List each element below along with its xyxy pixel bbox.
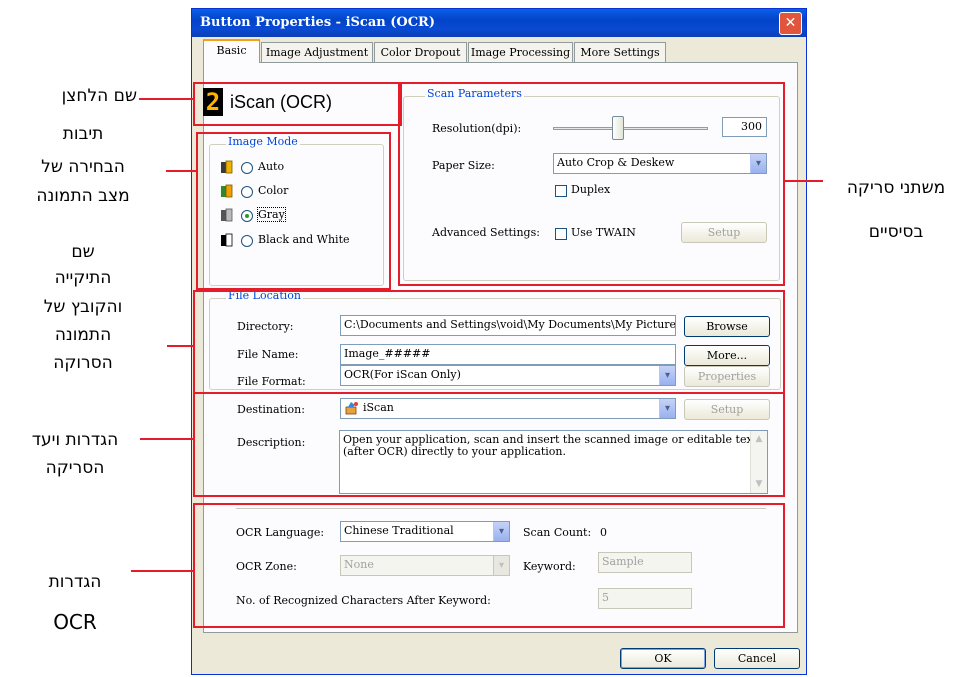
annotation-box-scan-parameters	[398, 82, 785, 286]
annotation-destination-1: הגדרות ויעד	[31, 430, 119, 450]
annotation-box-button-name	[193, 82, 402, 126]
annotation-file-location-3: והקובץ של	[43, 297, 123, 317]
annotation-scan-params-1: משתני סריקה	[846, 178, 946, 198]
annotation-line-button-name	[139, 98, 195, 100]
annotation-line-image-mode	[166, 170, 198, 172]
annotation-image-mode-1: תיבות	[62, 124, 104, 144]
annotation-file-location-4: התמונה	[54, 325, 112, 345]
annotation-box-ocr	[193, 503, 785, 628]
annotation-box-file-location	[193, 290, 785, 394]
annotation-image-mode-3: מצב התמונה	[36, 186, 130, 206]
annotation-scan-params-2: בסיסיים	[868, 222, 924, 242]
annotation-file-location-1: שם	[71, 242, 95, 262]
annotation-ocr-1: הגדרות	[48, 572, 102, 592]
annotation-line-scan-parameters	[783, 180, 823, 182]
annotation-destination-2: הסריקה	[45, 458, 105, 478]
close-icon: ✕	[784, 15, 797, 31]
annotation-button-name: שם הלחצן	[61, 86, 137, 106]
tab-image-adjustment[interactable]: Image Adjustment	[261, 42, 373, 62]
window-title: Button Properties - iScan (OCR)	[200, 15, 436, 30]
annotation-file-location-5: הסרוקה	[53, 353, 113, 373]
annotation-line-file-location	[167, 345, 195, 347]
tab-more-settings[interactable]: More Settings	[574, 42, 666, 62]
close-button[interactable]: ✕	[779, 12, 802, 35]
tab-color-dropout[interactable]: Color Dropout	[374, 42, 467, 62]
tab-image-processing[interactable]: Image Processing	[468, 42, 573, 62]
annotation-box-destination	[193, 392, 785, 497]
tab-basic[interactable]: Basic	[203, 39, 260, 63]
annotation-box-image-mode	[196, 132, 391, 290]
annotation-image-mode-2: הבחירה של	[41, 157, 125, 177]
annotation-ocr-2: OCR	[53, 610, 97, 634]
annotation-file-location-2: התיקייה	[54, 268, 112, 288]
title-bar[interactable]: Button Properties - iScan (OCR)	[192, 9, 806, 37]
ok-button[interactable]: OK	[620, 648, 706, 669]
cancel-button[interactable]: Cancel	[714, 648, 800, 669]
